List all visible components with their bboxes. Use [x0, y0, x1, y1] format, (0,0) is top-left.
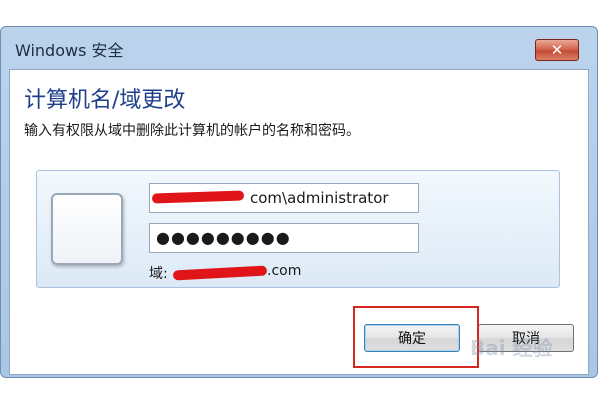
- windows-security-dialog: Windows 安全 ✕ 计算机名/域更改 输入有权限从域中删除此计算机的帐户的…: [0, 26, 598, 378]
- window-title: Windows 安全: [15, 41, 124, 60]
- dialog-content: 计算机名/域更改 输入有权限从域中删除此计算机的帐户的名称和密码。 com\ad…: [9, 69, 589, 375]
- dialog-instruction: 输入有权限从域中删除此计算机的帐户的名称和密码。: [24, 123, 360, 139]
- close-button[interactable]: ✕: [535, 39, 579, 61]
- redaction-mark: [172, 265, 268, 281]
- ok-button[interactable]: 确定: [364, 324, 460, 352]
- credential-tile: com\administrator ●●●●●●●●● 域: .com: [36, 170, 560, 288]
- domain-info: 域: .com: [149, 261, 409, 283]
- close-icon: ✕: [550, 41, 564, 59]
- password-mask: ●●●●●●●●●: [156, 228, 291, 247]
- redaction-mark: [151, 190, 245, 204]
- username-value: com\administrator: [250, 189, 389, 207]
- domain-label: 域:: [149, 266, 168, 282]
- user-avatar: [51, 193, 123, 265]
- dialog-heading: 计算机名/域更改: [24, 88, 186, 113]
- title-bar[interactable]: Windows 安全 ✕: [1, 27, 597, 67]
- cancel-button[interactable]: 取消: [478, 324, 574, 352]
- username-field[interactable]: com\administrator: [149, 183, 419, 213]
- password-field[interactable]: ●●●●●●●●●: [149, 223, 419, 253]
- domain-value: .com: [267, 263, 302, 279]
